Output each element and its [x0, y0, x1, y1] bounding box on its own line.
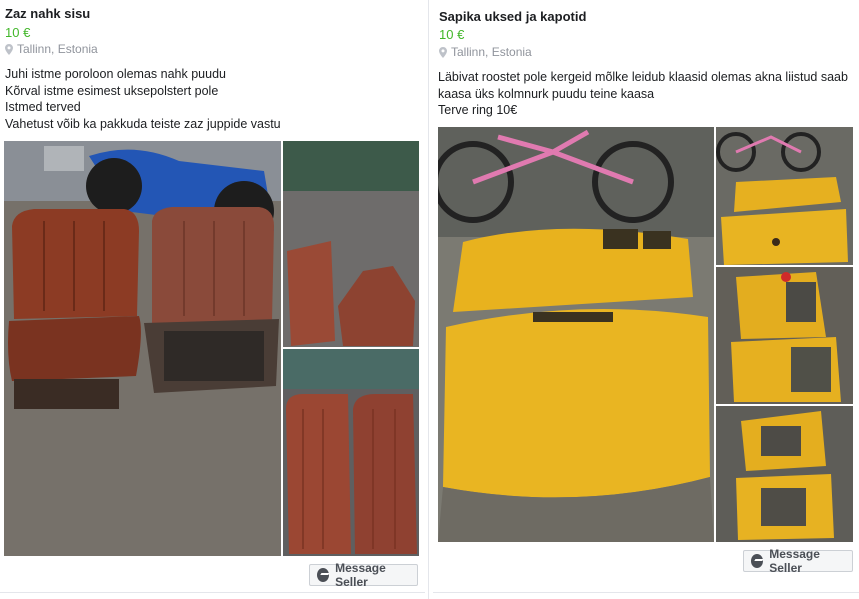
message-seller-label: Message Seller: [769, 547, 820, 575]
listing-location: Tallinn, Estonia: [439, 45, 532, 59]
location-label: Tallinn, Estonia: [451, 45, 532, 59]
listing-price: 10 €: [5, 25, 31, 40]
messenger-icon: [751, 554, 764, 568]
card-bottom-border: [433, 592, 859, 593]
door-side-photo-2[interactable]: [716, 267, 853, 404]
seats-main-photo[interactable]: [4, 141, 281, 556]
listing-description: Juhi istme poroloon olemas nahk puudu Kõ…: [5, 67, 281, 131]
seat-covers-photo[interactable]: [283, 349, 419, 556]
hood-side-drawing-1: [716, 132, 848, 265]
door-side-drawing-2: [731, 272, 841, 402]
message-seller-button[interactable]: Message Seller: [309, 561, 418, 589]
card-bottom-border: [0, 592, 425, 593]
door-panels-drawing: [283, 141, 419, 347]
hoods-photo-drawing: [438, 127, 714, 542]
message-seller-label: Message Seller: [335, 561, 386, 589]
listing-location: Tallinn, Estonia: [5, 42, 98, 56]
hoods-main-photo[interactable]: [438, 127, 714, 542]
door-panels-photo[interactable]: [283, 141, 419, 347]
seat-covers-drawing: [283, 349, 419, 554]
column-divider: [428, 0, 429, 599]
map-pin-icon: [5, 43, 13, 55]
hood-side-photo-1[interactable]: [716, 127, 853, 265]
map-pin-icon: [439, 46, 447, 58]
listing-price: 10 €: [439, 27, 465, 42]
door-side-drawing-3: [736, 411, 834, 540]
seats-photo-drawing: [4, 141, 281, 556]
listing-title[interactable]: Sapika uksed ja kapotid: [439, 9, 586, 24]
listing-description: Läbivat roostet pole kergeid mõlke leidu…: [438, 70, 848, 117]
location-label: Tallinn, Estonia: [17, 42, 98, 56]
message-seller-button[interactable]: Message Seller: [743, 547, 853, 575]
messenger-icon: [317, 568, 330, 582]
listing-card-doors: Sapika uksed ja kapotid 10 € Tallinn, Es…: [433, 0, 859, 599]
listing-title[interactable]: Zaz nahk sisu: [5, 6, 90, 21]
door-side-photo-3[interactable]: [716, 406, 853, 542]
listing-card-seats: Zaz nahk sisu 10 € Tallinn, Estonia Juhi…: [0, 0, 425, 599]
